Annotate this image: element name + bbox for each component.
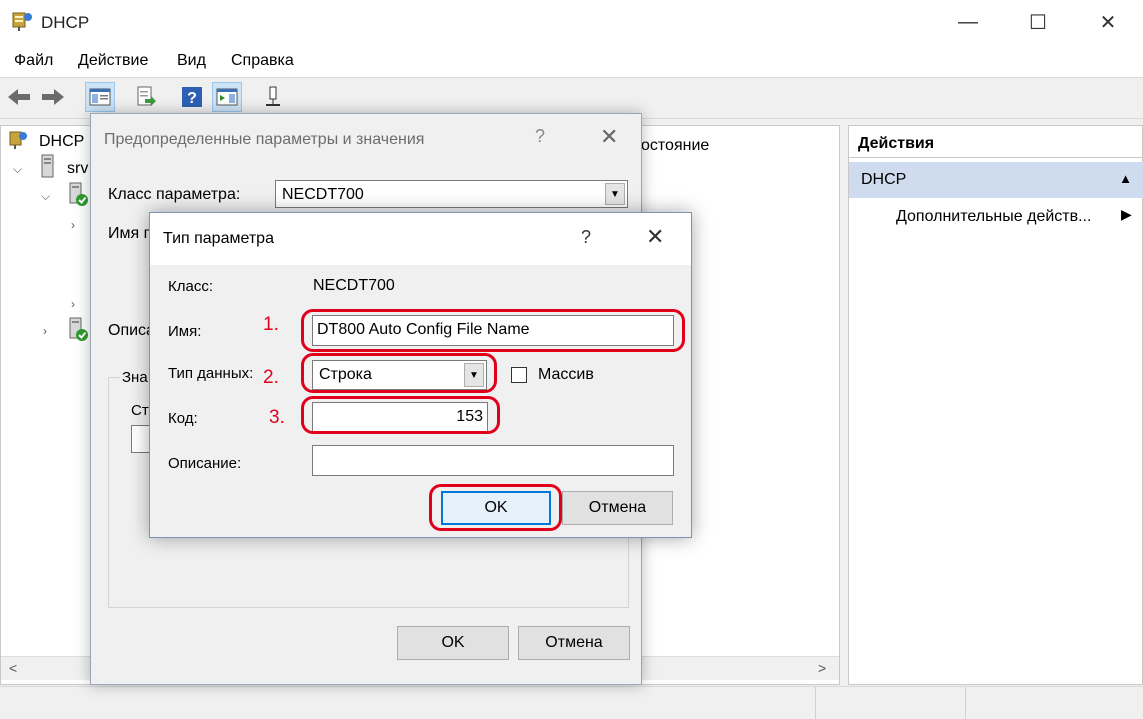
tree-item-dhcp[interactable]: DHCP xyxy=(39,133,84,151)
menu-view[interactable]: Вид xyxy=(177,52,206,70)
server-ok-icon xyxy=(69,317,88,341)
column-header-state[interactable]: остояние xyxy=(641,137,709,155)
more-actions-item[interactable]: Дополнительные действ... xyxy=(896,208,1091,226)
option-class-select[interactable]: NECDT700 ▼ xyxy=(275,180,628,208)
description-label: Описание: xyxy=(168,455,242,472)
actions-pane: Действия DHCP ▲ Дополнительные действ...… xyxy=(848,125,1143,685)
cancel-button[interactable]: Отмена xyxy=(562,491,673,525)
actions-section-dhcp[interactable]: DHCP ▲ xyxy=(849,162,1143,198)
menu-action[interactable]: Действие xyxy=(78,52,148,70)
dialog-title: Тип параметра xyxy=(163,230,274,247)
chevron-down-icon[interactable]: ▼ xyxy=(605,183,625,205)
name-label: Имя п xyxy=(108,225,153,242)
plugin-icon[interactable] xyxy=(258,82,288,112)
chevron-down-icon[interactable]: ⌵ xyxy=(41,189,50,204)
help-icon[interactable]: ? xyxy=(177,82,207,112)
code-label: Код: xyxy=(168,410,198,427)
help-icon[interactable]: ? xyxy=(535,126,545,147)
option-class-value: NECDT700 xyxy=(282,186,364,203)
array-checkbox[interactable] xyxy=(511,367,527,383)
help-icon[interactable]: ? xyxy=(581,227,591,248)
data-type-label: Тип данных: xyxy=(168,365,254,382)
annotation-box-ok xyxy=(429,484,562,531)
class-label: Класс параметра: xyxy=(108,186,241,203)
maximize-button[interactable]: ☐ xyxy=(1003,0,1073,44)
annotation-step-2: 2. xyxy=(263,367,279,388)
name-label: Имя: xyxy=(168,323,202,340)
dialog-title-bar: Тип параметра ? ✕ xyxy=(150,213,691,265)
scroll-left-arrow[interactable]: < xyxy=(9,660,17,676)
ok-button[interactable]: OK xyxy=(397,626,509,660)
dhcp-root-icon xyxy=(9,131,27,149)
export-list-icon[interactable] xyxy=(131,82,161,112)
chevron-right-icon[interactable]: › xyxy=(43,324,47,338)
back-icon[interactable] xyxy=(4,82,34,112)
cancel-button[interactable]: Отмена xyxy=(518,626,630,660)
chevron-down-icon[interactable]: ⌵ xyxy=(13,162,22,177)
description-input[interactable] xyxy=(312,445,674,476)
annotation-box-type xyxy=(301,353,497,393)
chevron-right-icon[interactable]: › xyxy=(71,297,75,311)
class-value: NECDT700 xyxy=(313,277,395,294)
string-label: Ст xyxy=(131,402,149,419)
forward-icon[interactable] xyxy=(38,82,68,112)
dhcp-server-icon xyxy=(12,12,32,31)
close-icon[interactable]: ✕ xyxy=(600,124,618,150)
array-label: Массив xyxy=(538,366,594,383)
close-icon[interactable]: ✕ xyxy=(646,224,664,250)
show-hide-tree-icon[interactable] xyxy=(85,82,115,112)
actions-header-label: Действия xyxy=(858,135,935,152)
collapse-icon[interactable]: ▲ xyxy=(1119,171,1132,186)
status-bar xyxy=(0,686,1143,719)
tree-item-server[interactable]: srv xyxy=(67,160,88,178)
show-action-pane-icon[interactable] xyxy=(212,82,242,112)
submenu-arrow-icon: ▶ xyxy=(1121,206,1132,222)
server-icon xyxy=(41,154,54,178)
annotation-box-name xyxy=(301,309,685,352)
window-title: DHCP xyxy=(41,13,90,32)
actions-header: Действия xyxy=(849,126,1143,158)
annotation-box-code xyxy=(301,396,500,434)
actions-section-label: DHCP xyxy=(861,171,907,188)
description-label: Описа xyxy=(108,322,155,339)
annotation-step-3: 3. xyxy=(269,407,285,428)
value-group-title: Зна xyxy=(120,369,150,386)
dialog-title: Предопределенные параметры и значения xyxy=(104,131,425,148)
menu-bar: Файл Действие Вид Справка xyxy=(0,44,1143,78)
scroll-right-arrow[interactable]: > xyxy=(818,660,826,676)
server-ok-icon xyxy=(69,182,88,206)
class-label: Класс: xyxy=(168,278,213,295)
chevron-right-icon[interactable]: › xyxy=(71,218,75,232)
menu-file[interactable]: Файл xyxy=(14,52,53,70)
svg-text:?: ? xyxy=(187,90,197,107)
annotation-step-1: 1. xyxy=(263,314,279,335)
close-button[interactable]: ✕ xyxy=(1073,0,1143,44)
title-bar: DHCP — ☐ ✕ xyxy=(0,0,1143,44)
menu-help[interactable]: Справка xyxy=(231,52,294,70)
string-value-field[interactable] xyxy=(131,425,151,453)
minimize-button[interactable]: — xyxy=(933,0,1003,44)
